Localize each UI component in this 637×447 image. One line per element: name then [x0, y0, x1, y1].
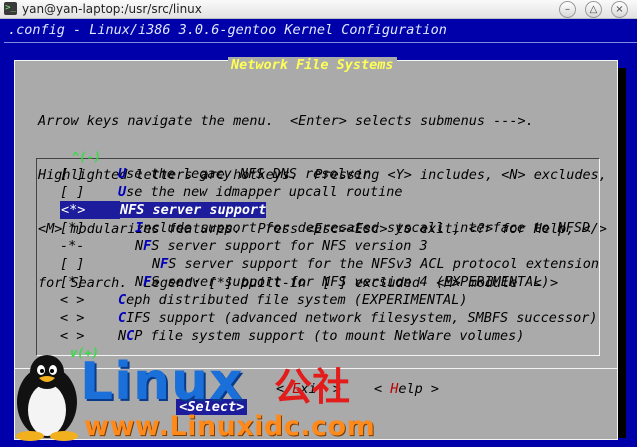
menu-item[interactable]: [ ] NFS server support for the NFSv3 ACL … — [60, 255, 599, 273]
menu-item-label: CIFS support (advanced network filesyste… — [118, 310, 598, 326]
menu-item-label: NFS server support for the NFSv3 ACL pro… — [118, 256, 599, 272]
menu-item-text: IFS support (advanced network filesystem… — [126, 310, 598, 326]
menu-item-label: Include support for deprecated syscall i… — [118, 220, 590, 236]
menu-item-lead: N — [135, 274, 144, 290]
menu-item-text: NFS server support — [120, 202, 267, 218]
help-rest: elp > — [398, 381, 440, 397]
menu-item[interactable]: < > CIFS support (advanced network filesy… — [60, 309, 599, 327]
help-line: Arrow keys navigate the menu. <Enter> se… — [38, 113, 534, 129]
menu-item-lead: N — [135, 238, 144, 254]
menu-item-text: eph distributed file system (EXPERIMENTA… — [126, 292, 468, 308]
title-divider — [4, 42, 637, 43]
dialog-title: Network File Systems — [228, 57, 397, 73]
menu-item-state[interactable]: [ ] — [60, 165, 118, 183]
menu-item-label: Use the new idmapper upcall routine — [118, 184, 402, 200]
tux-penguin-logo — [16, 355, 78, 441]
menu-item-text: se the legacy NFS DNS resolver — [126, 166, 370, 182]
menu-item-state[interactable]: [ ] — [60, 183, 118, 201]
watermark-cn: 公社 — [274, 365, 351, 409]
menu-item[interactable]: [ ] Use the legacy NFS DNS resolver — [60, 165, 599, 183]
menu-item[interactable]: [ ] Use the new idmapper upcall routine — [60, 183, 599, 201]
menu-item-state[interactable]: < > — [60, 309, 118, 327]
help-button[interactable]: < Help > — [374, 380, 439, 398]
menu-item-state[interactable]: [ ] — [60, 255, 118, 273]
menu-item[interactable]: <*> NFS server support — [60, 201, 599, 219]
menu-item-state[interactable]: -*- — [60, 237, 118, 255]
menu-item-label: Ceph distributed file system (EXPERIMENT… — [118, 292, 468, 308]
menu-item-label: NFS server support — [120, 202, 267, 218]
minimize-icon[interactable]: – — [559, 1, 576, 18]
scroll-up-indicator[interactable]: ^(-) — [72, 150, 101, 164]
menu-item-state[interactable]: <*> — [60, 201, 120, 219]
menu-item[interactable]: [*] NFS server support for NFS version 4 … — [60, 273, 599, 291]
menu-item[interactable]: < > Ceph distributed file system (EXPERIM… — [60, 291, 599, 309]
watermark-url: www.Linuxidc.com — [84, 411, 376, 442]
menu-item-text: S server support for NFS version 4 (EXPE… — [151, 274, 550, 290]
menu-item-hotkey: U — [118, 184, 127, 200]
menu-item-lead: N — [118, 328, 127, 344]
window-title: yan@yan-laptop:/usr/src/linux — [22, 2, 202, 16]
menu-item[interactable]: < > NCP file system support (to mount Net… — [60, 327, 599, 345]
terminal-icon: >_ — [4, 2, 17, 15]
menu-item-hotkey: C — [118, 292, 127, 308]
menu-item-text: S server support for NFS version 3 — [151, 238, 428, 254]
menu-item-hotkey: I — [135, 220, 144, 236]
menu-item-label: NFS server support for NFS version 4 (EX… — [118, 274, 550, 290]
menu-item[interactable]: -*- NFS server support for NFS version 3 — [60, 237, 599, 255]
help-pre: < — [374, 381, 391, 397]
menu-item-lead: N — [152, 256, 161, 272]
menu-item-label: NFS server support for NFS version 3 — [118, 238, 428, 254]
close-icon[interactable]: × — [611, 1, 628, 18]
menu-item-state[interactable]: < > — [60, 327, 118, 345]
window-titlebar[interactable]: >_ yan@yan-laptop:/usr/src/linux – △ × — [0, 0, 637, 19]
menu-item-state[interactable]: [*] — [60, 273, 118, 291]
menu-item-hotkey: U — [118, 166, 127, 182]
menu-item-text: se the new idmapper upcall routine — [126, 184, 403, 200]
menu-item-state[interactable]: < > — [60, 291, 118, 309]
menu-item-label: Use the legacy NFS DNS resolver — [118, 166, 370, 182]
menu-item-hotkey: C — [118, 310, 127, 326]
watermark-logo: Linux — [80, 352, 244, 412]
config-title: .config - Linux/i386 3.0.6-gentoo Kernel… — [8, 22, 447, 38]
menu-item-text: P file system support (to mount NetWare … — [134, 328, 525, 344]
menu-item[interactable]: [*] Include support for deprecated syscal… — [60, 219, 599, 237]
menu-item-state[interactable]: [*] — [60, 219, 118, 237]
menu-item-label: NCP file system support (to mount NetWar… — [118, 328, 524, 344]
menu-list: [ ] Use the legacy NFS DNS resolver[ ] Use… — [60, 165, 599, 345]
menu-item-text: S server support for the NFSv3 ACL proto… — [168, 256, 600, 272]
menu-item-text: nclude support for deprecated syscall in… — [143, 220, 591, 236]
maximize-icon[interactable]: △ — [585, 1, 602, 18]
